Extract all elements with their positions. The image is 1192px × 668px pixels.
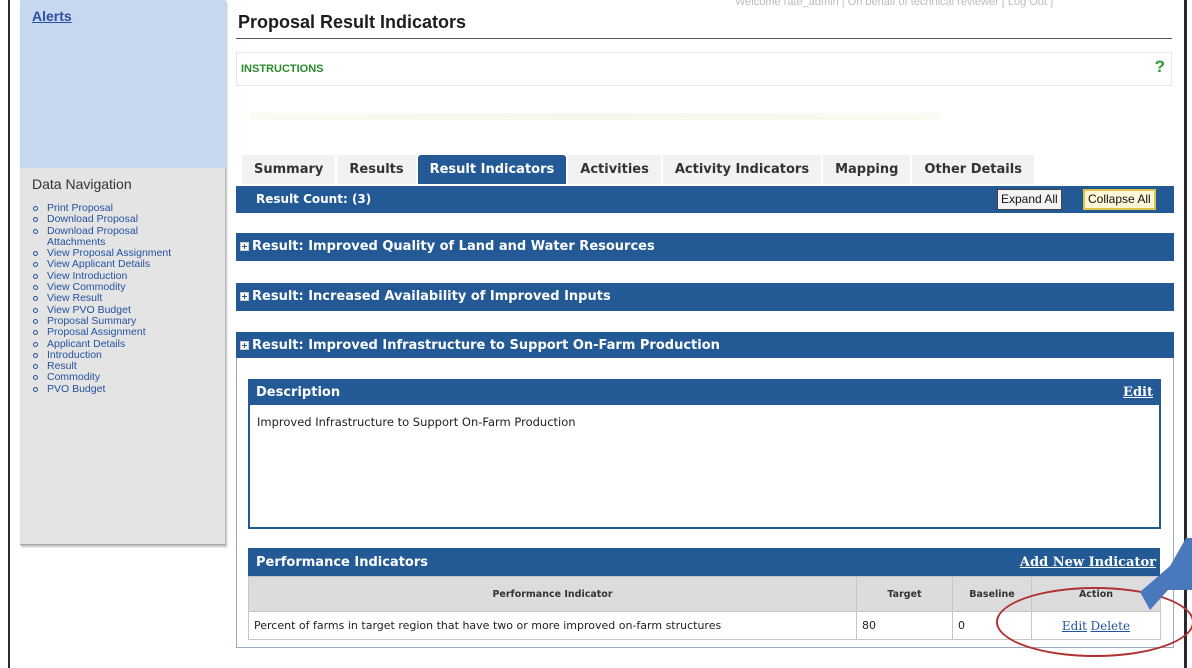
- instructions-text-faint: [250, 113, 940, 120]
- tab-bar: Summary Results Result Indicators Activi…: [242, 155, 1036, 184]
- help-icon[interactable]: ?: [1155, 57, 1165, 77]
- data-navigation-title: Data Navigation: [32, 176, 132, 192]
- bullet-icon: [33, 228, 38, 234]
- result-header-improved-inputs[interactable]: Result: Increased Availability of Improv…: [236, 283, 1174, 311]
- bullet-icon: [33, 285, 38, 291]
- tab-other-details[interactable]: Other Details: [912, 155, 1034, 184]
- target-cell: 80: [856, 611, 953, 640]
- window-frame-left: [0, 0, 10, 668]
- alerts-panel: Alerts: [20, 0, 226, 168]
- result-count: Result Count: (3): [256, 192, 372, 206]
- bullet-icon: [33, 273, 38, 279]
- bullet-icon: [33, 330, 38, 336]
- bullet-icon: [33, 251, 38, 257]
- result-count-bar: Result Count: (3) Expand All Collapse Al…: [236, 186, 1174, 213]
- description-text: Improved Infrastructure to Support On-Fa…: [257, 415, 576, 429]
- welcome-text: Welcome rate_admin | On behalf of techni…: [735, 0, 1054, 8]
- expand-all-button[interactable]: Expand All: [997, 189, 1062, 210]
- expand-plus-icon[interactable]: [240, 292, 249, 301]
- tab-summary[interactable]: Summary: [242, 155, 336, 184]
- bullet-icon: [33, 307, 38, 313]
- tab-mapping[interactable]: Mapping: [823, 155, 911, 184]
- instructions-label[interactable]: INSTRUCTIONS: [241, 63, 324, 75]
- bullet-icon: [33, 352, 38, 358]
- performance-indicators-title: Performance Indicators: [256, 555, 429, 570]
- result-header-infrastructure[interactable]: Result: Improved Infrastructure to Suppo…: [236, 332, 1174, 360]
- description-title: Description: [256, 385, 341, 400]
- nav-item-download-attachments[interactable]: Download Proposal Attachments: [30, 225, 180, 249]
- bullet-icon: [33, 341, 38, 347]
- instructions-panel: INSTRUCTIONS ?: [236, 52, 1172, 86]
- title-divider: [236, 38, 1172, 39]
- bullet-icon: [33, 206, 38, 211]
- tab-result-indicators[interactable]: Result Indicators: [417, 155, 567, 184]
- sidebar: Alerts Data Navigation Print Proposal Do…: [20, 0, 226, 545]
- bullet-icon: [33, 217, 38, 223]
- expand-plus-icon[interactable]: [240, 242, 249, 251]
- data-navigation-list: Print Proposal Download Proposal Downloa…: [30, 202, 226, 395]
- result-title: Result: Increased Availability of Improv…: [252, 289, 611, 304]
- column-header-target: Target: [856, 576, 953, 612]
- description-edit-link[interactable]: Edit: [1123, 385, 1153, 400]
- bullet-icon: [33, 386, 38, 392]
- result-header-land-water[interactable]: Result: Improved Quality of Land and Wat…: [236, 233, 1174, 261]
- result-title: Result: Improved Quality of Land and Wat…: [252, 239, 655, 254]
- collapse-icon[interactable]: [240, 341, 249, 350]
- description-header: Description Edit: [250, 381, 1159, 405]
- collapse-all-button[interactable]: Collapse All: [1083, 189, 1156, 210]
- bullet-icon: [33, 364, 38, 370]
- tab-activity-indicators[interactable]: Activity Indicators: [662, 155, 822, 184]
- column-header-indicator: Performance Indicator: [248, 576, 857, 612]
- performance-indicators-header: Performance Indicators Add New Indicator: [248, 548, 1160, 576]
- bullet-icon: [33, 262, 38, 268]
- tab-results[interactable]: Results: [337, 155, 416, 184]
- indicator-cell: Percent of farms in target region that h…: [248, 611, 857, 640]
- description-panel: Description Edit Improved Infrastructure…: [248, 379, 1161, 529]
- alerts-link[interactable]: Alerts: [32, 8, 72, 24]
- nav-item-pvo-budget[interactable]: PVO Budget: [30, 383, 226, 395]
- bullet-icon: [33, 296, 38, 302]
- tab-activities[interactable]: Activities: [568, 155, 661, 184]
- bullet-icon: [33, 318, 38, 324]
- page-title: Proposal Result Indicators: [238, 12, 467, 32]
- annotation-arrow-icon: [1140, 538, 1192, 610]
- result-title: Result: Improved Infrastructure to Suppo…: [252, 338, 720, 353]
- bullet-icon: [33, 375, 38, 381]
